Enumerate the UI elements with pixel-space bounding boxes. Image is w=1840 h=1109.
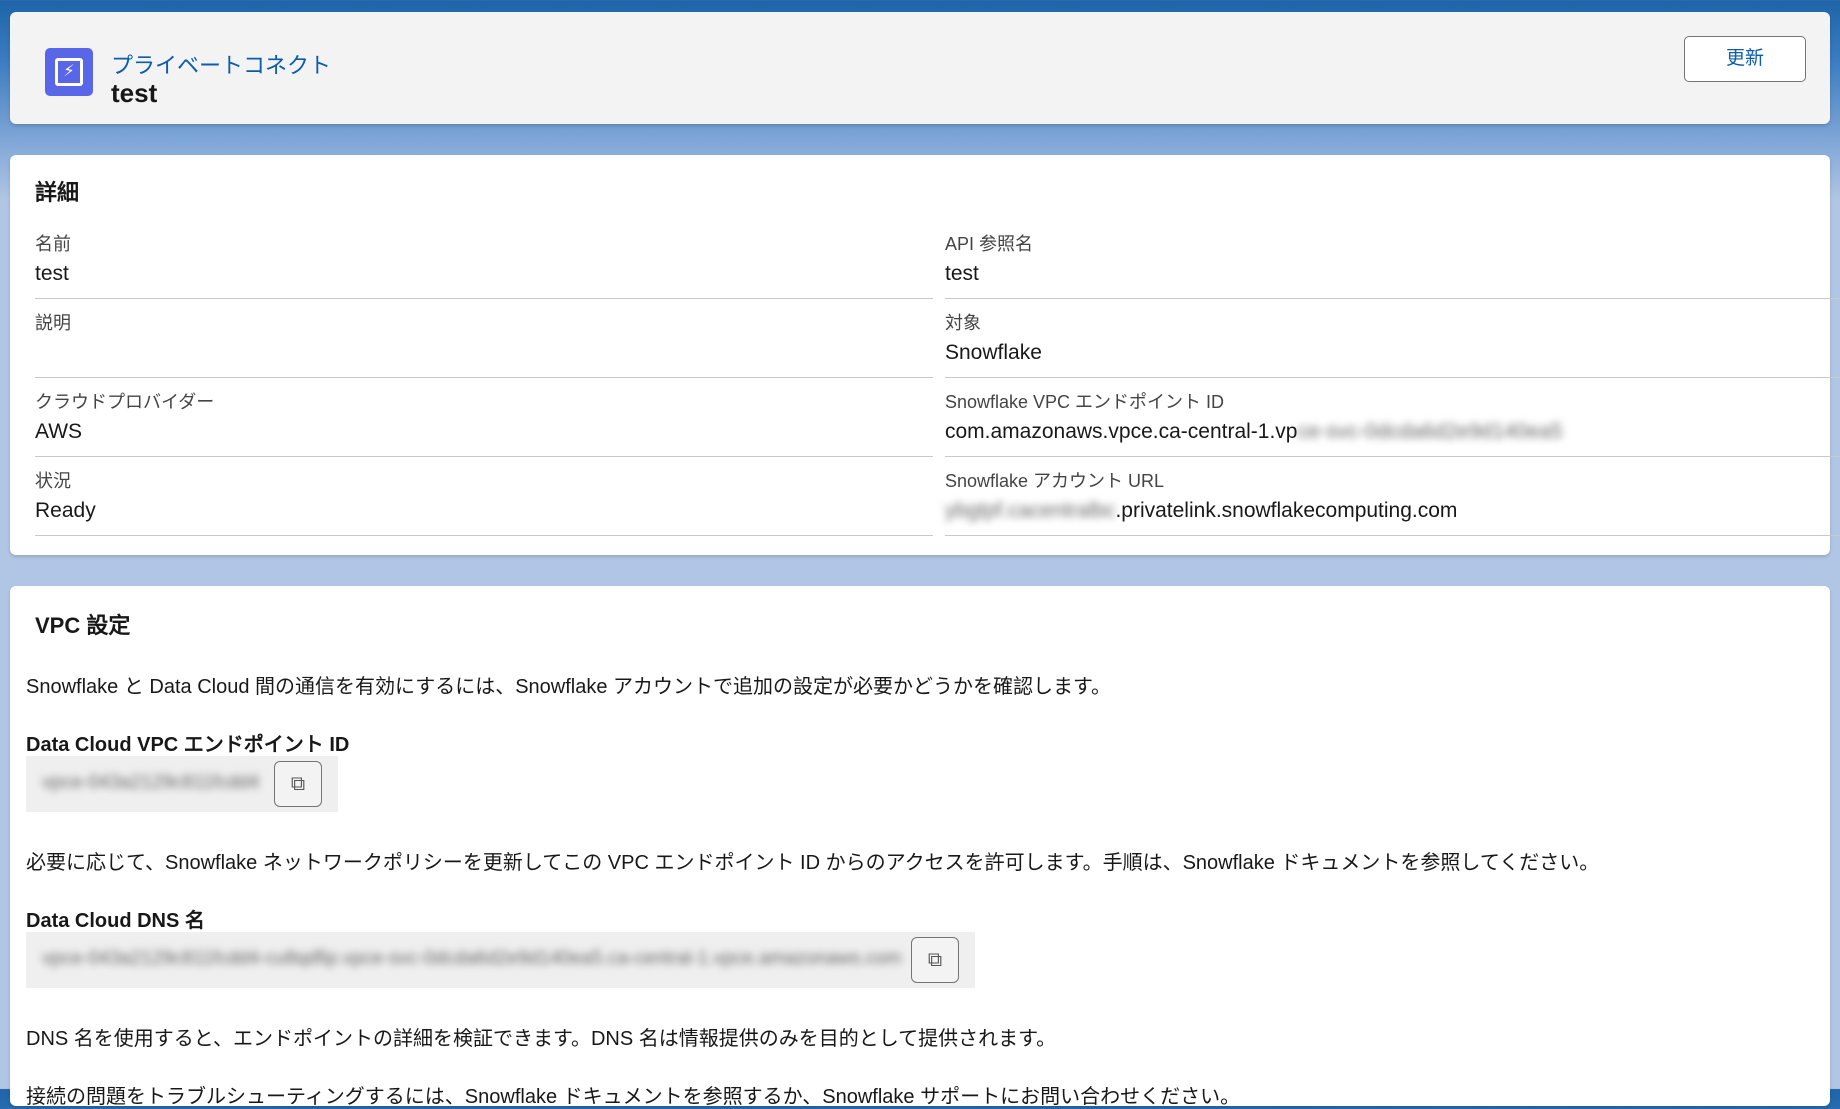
field-snowflake-account-url: Snowflake アカウント URL ybgtpf.cacentralbc.pr… [945,457,1840,536]
dns-name-box: vpce-043a2129c811fcdd4-cu8qdfip.vpce-svc… [26,932,975,988]
field-value: test [35,262,69,285]
endpoint-label: Data Cloud VPC エンドポイント ID [26,734,350,756]
field-value: com.amazonaws.vpce.ca-central-1.vpce-svc… [945,420,1563,444]
field-value: ybgtpf.cacentralbc.privatelink.snowflake… [945,499,1457,523]
endpoint-id-box: vpce-043a2129c811fcdd4 ⧉ [26,756,338,812]
endpoint-note: 必要に応じて、Snowflake ネットワークポリシーを更新してこの VPC エ… [26,852,1600,874]
field-label: 説明 [35,313,71,333]
copy-icon: ⧉ [927,949,943,971]
field-name: 名前 test [35,220,933,299]
endpoint-id-value: vpce-043a2129c811fcdd4 [42,772,260,793]
copy-endpoint-button[interactable]: ⧉ [274,761,322,807]
url-visible: .privatelink.snowflakecomputing.com [1115,499,1458,522]
copy-icon: ⧉ [290,773,306,795]
vpc-settings-card: VPC 設定 Snowflake と Data Cloud 間の通信を有効にする… [10,586,1830,1108]
field-cloud-provider: クラウドプロバイダー AWS [35,378,933,457]
vpc-title: VPC 設定 [35,613,131,638]
endpoint-redacted: ce-svc-0dcda6d2e9d140ea5 [1297,420,1563,443]
field-target: 対象 Snowflake [945,299,1840,378]
details-card: 詳細 名前 test 説明 クラウドプロバイダー AWS 状況 Ready API 参… [10,155,1840,555]
field-label: 対象 [945,313,981,333]
field-label: Snowflake VPC エンドポイント ID [945,392,1225,412]
update-button[interactable]: 更新 [1684,36,1806,82]
url-redacted: ybgtpf.cacentralbc [945,499,1116,522]
field-snowflake-vpc-endpoint: Snowflake VPC エンドポイント ID com.amazonaws.vp… [945,378,1840,457]
copy-dns-button[interactable]: ⧉ [911,937,959,983]
field-status: 状況 Ready [35,457,933,536]
troubleshoot-note: 接続の問題をトラブルシューティングするには、Snowflake ドキュメントを参… [26,1086,1241,1108]
field-value: Ready [35,499,96,522]
field-value: test [945,262,979,285]
dns-name-value: vpce-043a2129c811fcdd4-cu8qdfip.vpce-svc… [42,948,902,969]
field-label: Snowflake アカウント URL [945,471,1165,491]
field-description: 説明 [35,299,933,378]
record-header: ⚡ プライベートコネクト test 更新 [10,12,1830,124]
dns-label: Data Cloud DNS 名 [26,910,205,932]
field-label: 名前 [35,234,71,254]
dns-note: DNS 名を使用すると、エンドポイントの詳細を検証できます。DNS 名は情報提供… [26,1028,1057,1050]
record-title: test [111,78,158,108]
details-title: 詳細 [35,180,80,205]
object-type-label: プライベートコネクト [111,53,332,78]
vpc-intro: Snowflake と Data Cloud 間の通信を有効にするには、Snow… [26,676,1112,698]
field-label: クラウドプロバイダー [35,392,215,412]
field-value: Snowflake [945,341,1042,364]
field-label: API 参照名 [945,234,1034,254]
field-api-name: API 参照名 test [945,220,1840,299]
field-label: 状況 [35,471,71,491]
endpoint-visible: com.amazonaws.vpce.ca-central-1.vp [945,420,1298,443]
private-connect-icon: ⚡ [45,48,93,96]
field-value: AWS [35,420,83,443]
